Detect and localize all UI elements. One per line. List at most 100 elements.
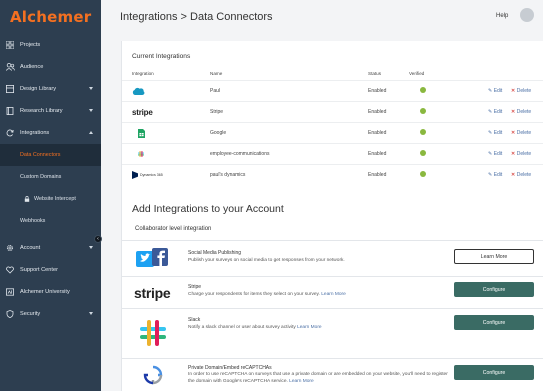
people-icon [5,62,15,72]
integration-card-recaptcha: Private Domain/Embed reCAPTCHAs In order… [122,358,543,391]
sidebar-item-label: Account [20,245,41,251]
sidebar-item-label: Audience [20,64,44,70]
learn-more-link[interactable]: Learn More [321,292,346,297]
edit-button[interactable]: ✎ Edit [488,130,502,136]
chevron-down-icon [89,87,93,90]
dynamics-logo-text: Dynamics 365 [140,173,163,177]
design-icon [5,84,15,94]
edit-label: Edit [493,88,503,94]
configure-button[interactable]: Configure [454,315,534,330]
delete-button[interactable]: ✕ Delete [511,130,531,136]
integration-card-stripe: stripe Stripe Charge your respondents fo… [122,276,543,308]
table-row: Paul Enabled ✎ Edit ✕ Delete [122,80,543,101]
stripe-logo-text: stripe [134,285,171,301]
pencil-icon: ✎ [488,151,493,157]
stripe-logo: stripe [132,107,153,117]
sidebar-item-label: Design Library [20,86,57,92]
shield-icon [5,309,15,319]
verified-dot-icon [420,171,426,177]
book-icon [5,106,15,116]
close-icon: ✕ [511,130,516,136]
close-icon: ✕ [511,151,516,157]
col-name: Name [210,71,223,76]
card-description: In order to use reCAPTCHA on surveys tha… [188,371,448,385]
chevron-down-icon [89,246,93,249]
delete-button[interactable]: ✕ Delete [511,151,531,157]
pencil-icon: ✎ [488,88,493,94]
sidebar-item-support-center[interactable]: Support Center [0,259,101,281]
sidebar-subitem-website-intercept[interactable]: Website Intercept [0,188,101,210]
integration-status: Enabled [368,130,387,136]
verified-dot-icon [420,129,426,135]
sidebar-subitem-label: Custom Domains [20,174,62,180]
brand-logo[interactable]: Alchemer [0,0,101,34]
stripe-logo: stripe [134,285,171,301]
integration-name: employee-communications [210,151,270,157]
edit-button[interactable]: ✎ Edit [488,88,502,94]
sidebar-item-alchemer-university[interactable]: Alchemer University [0,281,101,303]
configure-button[interactable]: Configure [454,365,534,380]
delete-button[interactable]: ✕ Delete [511,109,531,115]
card-desc-text: Publish your surveys on social media to … [188,258,345,263]
verified-dot-icon [420,150,426,156]
configure-button[interactable]: Configure [454,282,534,297]
integration-name: Stripe [210,109,224,115]
integration-name: Google [210,130,227,136]
slack-logo [132,149,145,159]
sidebar-collapse-button[interactable]: ‹ [94,235,102,243]
current-integrations-title: Current Integrations [132,53,191,60]
delete-label: Delete [516,172,532,178]
sidebar-subitem-data-connectors[interactable]: Data Connectors [0,144,101,166]
learn-more-link[interactable]: Learn More [297,325,322,330]
google-sheets-logo [132,128,145,138]
sidebar-item-security[interactable]: Security [0,303,101,325]
integration-status: Enabled [368,151,387,157]
edit-button[interactable]: ✎ Edit [488,151,502,157]
chevron-up-icon [89,131,93,134]
delete-button[interactable]: ✕ Delete [511,88,531,94]
edit-button[interactable]: ✎ Edit [488,172,502,178]
close-icon: ✕ [511,109,516,115]
card-title: Slack [188,317,201,323]
pencil-icon: ✎ [488,109,493,115]
card-title: Stripe [188,284,202,290]
top-bar: Integrations > Data Connectors Help [101,0,543,38]
sidebar-item-label: Alchemer University [20,289,70,295]
chevron-down-icon [89,312,93,315]
sidebar-item-design-library[interactable]: Design Library [0,78,101,100]
pencil-icon: ✎ [488,172,493,178]
integration-status: Enabled [368,109,387,115]
sidebar-item-integrations[interactable]: Integrations [0,122,101,144]
card-title: Social Media Publishing [188,250,242,256]
collaborator-label: Collaborator level integration [135,226,212,232]
sidebar-subitem-label: Webhooks [20,218,46,224]
refresh-icon [5,128,15,138]
table-row: stripe Stripe Enabled ✎ Edit ✕ Delete [122,101,543,122]
edit-label: Edit [493,109,503,115]
sidebar-item-audience[interactable]: Audience [0,56,101,78]
delete-label: Delete [516,130,532,136]
sidebar-item-projects[interactable]: Projects [0,34,101,56]
sidebar-item-account[interactable]: Account [0,237,101,259]
integration-card-social: Social Media Publishing Publish your sur… [122,240,543,276]
sidebar-item-label: Security [20,311,41,317]
heart-icon [5,265,15,275]
pencil-icon: ✎ [488,130,493,136]
sidebar-item-label: Research Library [20,108,63,114]
learn-more-link[interactable]: Learn More [289,379,314,384]
card-desc-text: In order to use reCAPTCHA on surveys tha… [188,372,448,384]
stripe-logo-text: stripe [132,107,153,117]
sidebar-subitem-custom-domains[interactable]: Custom Domains [0,166,101,188]
help-link[interactable]: Help [496,13,508,19]
learn-more-button[interactable]: Learn More [454,249,534,264]
sidebar-item-research-library[interactable]: Research Library [0,100,101,122]
avatar[interactable] [520,8,534,22]
table-row: Google Enabled ✎ Edit ✕ Delete [122,122,543,143]
gear-icon [5,243,15,253]
card-desc-text: Charge your respondents for items they s… [188,292,320,297]
delete-button[interactable]: ✕ Delete [511,172,531,178]
edit-button[interactable]: ✎ Edit [488,109,502,115]
card-description: Charge your respondents for items they s… [188,291,448,298]
main-panel: Current Integrations Integration Name St… [121,41,543,391]
sidebar-subitem-webhooks[interactable]: Webhooks [0,210,101,232]
